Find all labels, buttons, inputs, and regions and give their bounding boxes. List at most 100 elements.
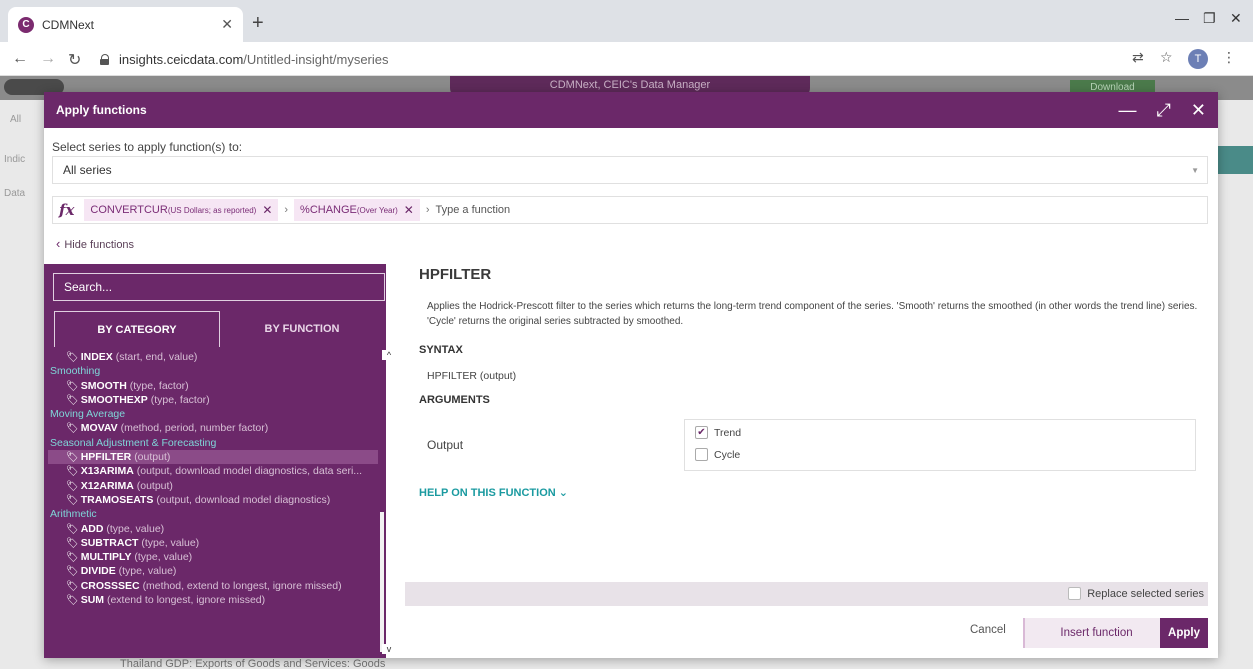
- function-item[interactable]: 🏷 HPFILTER (output): [48, 450, 378, 465]
- chip-name: %CHANGE: [300, 204, 357, 216]
- function-item[interactable]: 🏷 SUBTRACT (type, value): [48, 536, 378, 550]
- function-item[interactable]: 🏷 MOVAV (method, period, number factor): [48, 421, 378, 435]
- close-tab-icon[interactable]: ✕: [221, 16, 233, 33]
- function-item[interactable]: 🏷 ADD (type, value): [48, 522, 378, 536]
- checkbox-checked-icon[interactable]: ✔: [695, 426, 708, 439]
- new-tab-icon[interactable]: +: [252, 12, 264, 35]
- help-on-function-link[interactable]: HELP ON THIS FUNCTION ⌄: [419, 486, 568, 499]
- function-item[interactable]: 🏷 SMOOTH (type, factor): [48, 379, 378, 393]
- function-tag-icon: 🏷: [66, 480, 79, 492]
- function-item[interactable]: 🏷 MULTIPLY (type, value): [48, 550, 378, 564]
- output-options: ✔ Trend Cycle: [684, 419, 1196, 471]
- function-args: (start, end, value): [115, 351, 198, 363]
- function-args: (method, extend to longest, ignore misse…: [142, 579, 342, 592]
- function-input[interactable]: Type a function: [436, 204, 511, 216]
- browser-tabbar: C CDMNext ✕ + — ❐ ✕: [0, 0, 1253, 42]
- profile-avatar[interactable]: T: [1188, 49, 1208, 69]
- function-item[interactable]: 🏷 X12ARIMA (output): [48, 479, 378, 493]
- function-tag-icon: 🏷: [66, 566, 79, 578]
- function-name: CROSSSEC: [80, 579, 140, 592]
- lock-icon: [100, 53, 110, 65]
- bg-label-all: All: [10, 114, 22, 125]
- footer-strip: Replace selected series: [405, 582, 1208, 606]
- function-item[interactable]: 🏷 X13ARIMA (output, download model diagno…: [48, 464, 378, 478]
- option-cycle[interactable]: Cycle: [695, 448, 740, 461]
- bg-label-data: Data: [4, 188, 26, 199]
- function-name: SMOOTH: [80, 379, 127, 392]
- url-path: /Untitled-insight/myseries: [243, 51, 389, 67]
- minimize-window-icon[interactable]: —: [1175, 10, 1189, 26]
- tab-by-function[interactable]: BY FUNCTION: [220, 311, 384, 347]
- back-icon[interactable]: ←: [12, 50, 28, 68]
- function-list-scrollbar[interactable]: [380, 350, 386, 654]
- remove-chip-icon[interactable]: ✕: [404, 203, 414, 217]
- function-chip[interactable]: %CHANGE (Over Year) ✕: [294, 199, 420, 221]
- bookmark-star-icon[interactable]: ☆: [1160, 49, 1173, 66]
- minimize-modal-icon[interactable]: —: [1119, 100, 1137, 121]
- function-tag-icon: 🏷: [66, 452, 79, 464]
- function-list: 🏷 INDEX (start, end, value) Smoothing 🏷 SMOO…: [48, 350, 378, 656]
- insert-function-button[interactable]: Insert function: [1023, 618, 1168, 648]
- modal-header: Apply functions — ⤢ ✕: [44, 92, 1218, 128]
- chevron-down-icon: ⌄: [558, 487, 568, 499]
- argument-label: Output: [427, 438, 464, 452]
- function-args: (type, value): [134, 551, 193, 564]
- replace-series-option[interactable]: Replace selected series: [1068, 587, 1204, 600]
- function-args: (output, download model diagnostics, dat…: [136, 465, 363, 478]
- translate-icon[interactable]: ⇄: [1132, 49, 1144, 66]
- scroll-down-icon[interactable]: v: [382, 644, 396, 654]
- syntax-heading: SYNTAX: [419, 344, 463, 356]
- scrollbar-thumb[interactable]: [380, 512, 384, 652]
- option-trend[interactable]: ✔ Trend: [695, 426, 741, 439]
- cdmnext-favicon-icon: C: [18, 16, 34, 33]
- function-item[interactable]: 🏷 CROSSSEC (method, extend to longest, ig…: [48, 579, 378, 593]
- close-modal-icon[interactable]: ✕: [1191, 100, 1206, 121]
- address-bar[interactable]: insights.ceicdata.com/Untitled-insight/m…: [100, 47, 1100, 71]
- category-heading: Smoothing: [50, 365, 101, 378]
- remove-chip-icon[interactable]: ✕: [262, 203, 272, 217]
- function-args: (type, factor): [150, 393, 210, 406]
- function-description: Applies the Hodrick-Prescott filter to t…: [427, 301, 1198, 327]
- function-tag-icon: 🏷: [66, 380, 79, 392]
- function-item[interactable]: 🏷 SUM (extend to longest, ignore missed): [48, 593, 378, 607]
- cancel-button[interactable]: Cancel: [970, 624, 1006, 636]
- bg-label-indic: Indic: [4, 154, 26, 165]
- series-select-value: All series: [63, 163, 112, 177]
- function-item[interactable]: 🏷 DIVIDE (type, value): [48, 564, 378, 578]
- expand-modal-icon[interactable]: ⤢: [1157, 100, 1171, 121]
- select-series-label: Select series to apply function(s) to:: [52, 140, 243, 154]
- function-args: (method, period, number factor): [120, 422, 269, 435]
- function-item[interactable]: 🏷 TRAMOSEATS (output, download model diag…: [48, 493, 378, 507]
- function-item[interactable]: 🏷 INDEX (start, end, value): [48, 350, 378, 364]
- reload-icon[interactable]: ↻: [68, 50, 81, 70]
- checkbox-unchecked-icon[interactable]: [1068, 587, 1082, 600]
- function-args: (type, value): [118, 565, 177, 578]
- function-name: TRAMOSEATS: [80, 493, 154, 506]
- function-name: X13ARIMA: [80, 465, 134, 478]
- close-window-icon[interactable]: ✕: [1230, 10, 1242, 27]
- function-name: DIVIDE: [80, 565, 116, 578]
- tab-by-category[interactable]: BY CATEGORY: [54, 311, 220, 347]
- series-select[interactable]: All series ▼: [52, 156, 1208, 184]
- bg-teal-block: [1215, 146, 1253, 174]
- forward-icon[interactable]: →: [40, 50, 56, 68]
- apply-button[interactable]: Apply: [1160, 618, 1208, 648]
- checkbox-unchecked-icon[interactable]: [695, 448, 708, 461]
- function-tabs: BY CATEGORY BY FUNCTION: [54, 311, 384, 347]
- hide-functions-link[interactable]: ‹ Hide functions: [56, 236, 134, 251]
- function-tag-icon: 🏷: [66, 352, 79, 363]
- function-args: (output, download model diagnostics): [156, 493, 331, 506]
- function-tag-icon: 🏷: [66, 523, 79, 535]
- browser-tab[interactable]: C CDMNext ✕: [8, 7, 243, 42]
- function-name: ADD: [80, 522, 104, 535]
- chevron-left-icon: ‹: [56, 236, 61, 251]
- function-search-input[interactable]: Search...: [53, 273, 385, 301]
- browser-menu-icon[interactable]: ⋮: [1222, 49, 1236, 66]
- option-label: Trend: [714, 426, 742, 439]
- modal-title: Apply functions: [56, 103, 147, 117]
- restore-window-icon[interactable]: ❐: [1203, 10, 1216, 27]
- function-name: HPFILTER: [80, 451, 132, 464]
- function-chain-bar[interactable]: fx CONVERTCUR (US Dollars; as reported) ✕…: [52, 196, 1208, 224]
- function-chip[interactable]: CONVERTCUR (US Dollars; as reported) ✕: [84, 199, 279, 221]
- function-item[interactable]: 🏷 SMOOTHEXP (type, factor): [48, 393, 378, 407]
